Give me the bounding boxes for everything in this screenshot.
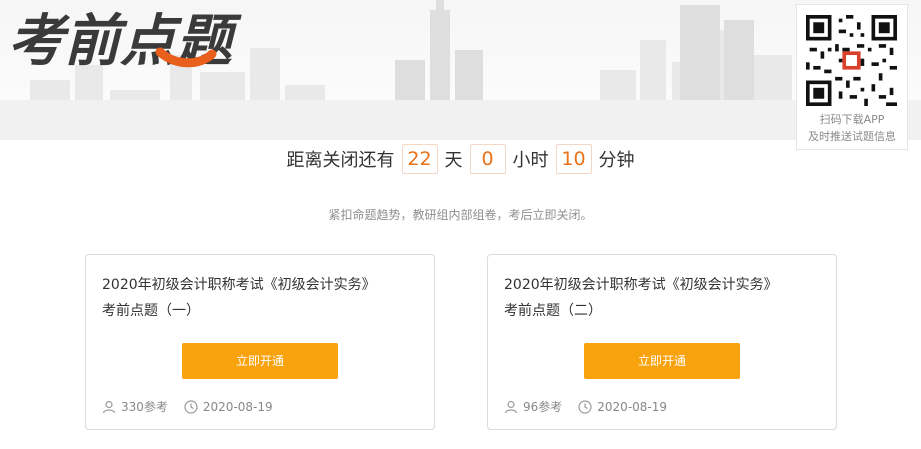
countdown-hours-unit: 小时 bbox=[512, 150, 549, 171]
qr-caption-download: 扫码下载APP bbox=[819, 113, 885, 126]
card-title-line2: 考前点题（一） bbox=[102, 303, 200, 319]
logo-text: 考前点题 bbox=[8, 9, 242, 74]
exam-card-2: 2020年初级会计职称考试《初级会计实务》 考前点题（二） 立即开通 96参考 … bbox=[487, 254, 837, 430]
app-qr-panel: 扫码下载APP 及时推送试题信息 bbox=[796, 4, 908, 150]
publish-date: 2020-08-19 bbox=[202, 399, 273, 414]
hero-banner: 考前点题 bbox=[0, 0, 921, 140]
qr-code-image bbox=[806, 15, 897, 106]
countdown-minutes: 10 bbox=[555, 144, 592, 174]
participants-count: 96参考 bbox=[523, 400, 563, 414]
countdown-days: 22 bbox=[401, 144, 438, 174]
card-title-line1: 2020年初级会计职称考试《初级会计实务》 bbox=[102, 277, 376, 293]
user-icon bbox=[504, 400, 518, 413]
card-meta: 330参考 2020-08-19 bbox=[102, 398, 273, 415]
card-meta: 96参考 2020-08-19 bbox=[504, 398, 667, 415]
page-subtitle: 紧扣命题趋势，教研组内部组卷，考后立即关闭。 bbox=[328, 208, 593, 222]
clock-icon bbox=[184, 399, 198, 414]
card-title: 2020年初级会计职称考试《初级会计实务》 考前点题（二） bbox=[504, 272, 824, 324]
countdown-minutes-unit: 分钟 bbox=[598, 150, 635, 171]
close-countdown: 距离关闭还有 22 天 0 小时 10 分钟 bbox=[0, 141, 921, 177]
user-icon bbox=[102, 400, 116, 413]
countdown-prefix: 距离关闭还有 bbox=[286, 150, 395, 171]
clock-icon bbox=[578, 399, 592, 414]
open-now-button[interactable]: 立即开通 bbox=[584, 343, 740, 379]
exam-card-1: 2020年初级会计职称考试《初级会计实务》 考前点题（一） 立即开通 330参考… bbox=[85, 254, 435, 430]
card-title-line2: 考前点题（二） bbox=[504, 303, 602, 319]
card-title: 2020年初级会计职称考试《初级会计实务》 考前点题（一） bbox=[102, 272, 422, 324]
countdown-days-unit: 天 bbox=[444, 150, 463, 171]
countdown-hours: 0 bbox=[469, 144, 506, 174]
open-now-button[interactable]: 立即开通 bbox=[182, 343, 338, 379]
exam-tips-logo: 考前点题 bbox=[8, 9, 242, 74]
card-title-line1: 2020年初级会计职称考试《初级会计实务》 bbox=[504, 277, 778, 293]
participants-count: 330参考 bbox=[121, 400, 168, 414]
publish-date: 2020-08-19 bbox=[597, 399, 668, 414]
